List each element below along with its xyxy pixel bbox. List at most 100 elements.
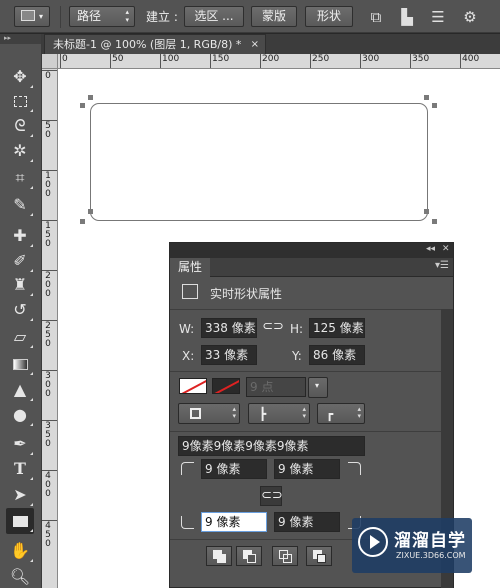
- blur-tool-icon[interactable]: ▲: [6, 377, 34, 403]
- divider: [170, 431, 442, 432]
- magic-wand-tool-icon[interactable]: ✲: [6, 138, 34, 164]
- ruler-label: 50: [42, 120, 57, 140]
- path-arrangement-icon[interactable]: ☰: [428, 7, 448, 27]
- corner-top-left-field[interactable]: 9 像素: [201, 459, 267, 479]
- section-title: 实时形状属性: [210, 287, 283, 301]
- path-alignment-icon[interactable]: ▙: [397, 7, 417, 27]
- shape-anchor-point[interactable]: [432, 219, 437, 224]
- corner-bottom-left-icon: [181, 516, 194, 529]
- no-fill-icon: [180, 379, 206, 393]
- ruler-label: 0: [42, 70, 57, 81]
- ruler-label: 300: [359, 54, 380, 68]
- shape-anchor-point[interactable]: [80, 219, 85, 224]
- divider: [170, 371, 442, 372]
- history-brush-tool-icon[interactable]: ↺: [6, 297, 34, 323]
- ruler-label: 350: [409, 54, 430, 68]
- shape-anchor-point[interactable]: [88, 209, 93, 214]
- lasso-tool-icon[interactable]: ᘓ: [6, 113, 34, 139]
- x-field[interactable]: 33 像素: [201, 345, 257, 365]
- stroke-width-field[interactable]: 9 点: [246, 377, 306, 397]
- combine-shapes-icon[interactable]: [206, 546, 232, 566]
- eyedropper-tool-icon[interactable]: ✎: [6, 192, 34, 218]
- make-shape-button[interactable]: 形状: [305, 6, 353, 27]
- path-operations-icon[interactable]: ⧉: [366, 7, 386, 27]
- pen-tool-icon[interactable]: ✒: [6, 431, 34, 457]
- ruler-label: 200: [42, 270, 57, 299]
- ruler-label: 400: [42, 470, 57, 499]
- height-field[interactable]: 125 像素: [309, 318, 365, 338]
- toolbox-collapse-icon[interactable]: ▸▸: [0, 34, 41, 44]
- updown-icon: ▴ ▾: [357, 405, 361, 420]
- separator: [60, 6, 61, 28]
- tool-preset-picker[interactable]: ▾: [14, 6, 50, 27]
- intersect-shapes-icon[interactable]: [272, 546, 298, 566]
- fill-swatch[interactable]: [179, 378, 207, 394]
- toolbox: ▸▸ ✥ ᘓ ✲ ⌗ ✎ ✚ ✐ ♜ ↺ ▱ ▲ ● ✒ T ➤ ✋ 🔍︎: [0, 34, 42, 588]
- shape-anchor-point[interactable]: [88, 95, 93, 100]
- panel-header: 实时形状属性: [170, 279, 442, 307]
- eraser-tool-icon[interactable]: ▱: [6, 324, 34, 350]
- exclude-shapes-glyph: [317, 554, 326, 563]
- ruler-label: 250: [309, 54, 330, 68]
- link-corners-button[interactable]: ⊂⊃: [260, 486, 283, 506]
- panel-titlebar[interactable]: ◂◂ ✕: [170, 243, 453, 258]
- corner-bottom-left-field[interactable]: 9 像素: [201, 512, 267, 532]
- panel-menu-icon[interactable]: ▾☰: [435, 260, 449, 271]
- corner-top-right-icon: [348, 462, 361, 475]
- document-tab[interactable]: 未标题-1 @ 100% (图层 1, RGB/8) * ×: [44, 34, 266, 54]
- width-field[interactable]: 338 像素: [201, 318, 257, 338]
- close-tab-icon[interactable]: ×: [251, 35, 259, 54]
- rectangle-tool-icon[interactable]: [6, 508, 34, 534]
- stroke-swatch[interactable]: [212, 378, 240, 394]
- ruler-label: 150: [42, 220, 57, 249]
- subtract-shapes-icon[interactable]: [236, 546, 262, 566]
- dodge-tool-icon[interactable]: ●: [6, 402, 34, 428]
- stroke-width-dropdown[interactable]: ▾: [308, 377, 328, 398]
- panel-tab-bar: 属性 ▾☰: [170, 258, 453, 277]
- no-stroke-icon: [213, 379, 239, 393]
- divider: [170, 309, 442, 310]
- stroke-corner-icon: ┏: [326, 407, 334, 421]
- document-tab-title: 未标题-1 @ 100% (图层 1, RGB/8) *: [53, 38, 242, 51]
- corner-top-right-field[interactable]: 9 像素: [274, 459, 340, 479]
- collapse-panel-icon[interactable]: ◂◂: [426, 244, 435, 254]
- ruler-label: 350: [42, 420, 57, 449]
- shape-anchor-point[interactable]: [424, 209, 429, 214]
- stroke-corner-dropdown[interactable]: ┏ ▴ ▾: [317, 403, 365, 424]
- rounded-rectangle-shape[interactable]: [90, 103, 428, 221]
- brush-tool-icon[interactable]: ✐: [6, 248, 34, 274]
- settings-gear-icon[interactable]: ⚙: [460, 7, 480, 27]
- shape-anchor-point[interactable]: [424, 95, 429, 100]
- horizontal-ruler[interactable]: 0 50 100 150 200 250 300 350 400: [58, 54, 500, 69]
- make-selection-button[interactable]: 选区 ...: [184, 6, 244, 27]
- y-field[interactable]: 86 像素: [309, 345, 365, 365]
- live-shape-icon: [182, 284, 198, 299]
- tab-properties[interactable]: 属性: [170, 258, 211, 277]
- make-label: 建立 :: [146, 10, 178, 24]
- shape-anchor-point[interactable]: [80, 103, 85, 108]
- corner-radii-summary-field[interactable]: 9像素9像素9像素9像素: [178, 436, 365, 456]
- gradient-tool-icon[interactable]: [6, 351, 34, 377]
- make-mask-button[interactable]: 蒙版: [251, 6, 297, 27]
- marquee-tool-icon[interactable]: [6, 88, 34, 114]
- shape-anchor-point[interactable]: [432, 103, 437, 108]
- link-icon[interactable]: ⊂⊃: [262, 318, 284, 338]
- tool-mode-select[interactable]: 路径 ▴ ▾: [69, 6, 135, 27]
- ruler-label: 300: [42, 370, 57, 399]
- healing-brush-tool-icon[interactable]: ✚: [6, 223, 34, 249]
- path-selection-tool-icon[interactable]: ➤: [6, 482, 34, 508]
- corner-bottom-right-field[interactable]: 9 像素: [274, 512, 340, 532]
- height-label: H:: [290, 322, 304, 336]
- type-tool-icon[interactable]: T: [6, 456, 34, 482]
- zoom-tool-icon[interactable]: 🔍︎: [6, 564, 34, 588]
- stroke-cap-dropdown[interactable]: ┣ ▴ ▾: [248, 403, 310, 424]
- stroke-align-dropdown[interactable]: ▴ ▾: [178, 403, 240, 424]
- hand-tool-icon[interactable]: ✋: [6, 538, 34, 564]
- ruler-origin[interactable]: [42, 54, 58, 69]
- clone-stamp-tool-icon[interactable]: ♜: [6, 272, 34, 298]
- vertical-ruler[interactable]: 0 50 100 150 200 250 300 350 400 450: [42, 69, 58, 588]
- exclude-shapes-icon[interactable]: [306, 546, 332, 566]
- move-tool-icon[interactable]: ✥: [6, 64, 34, 90]
- crop-tool-icon[interactable]: ⌗: [6, 165, 34, 191]
- close-panel-icon[interactable]: ✕: [442, 244, 450, 254]
